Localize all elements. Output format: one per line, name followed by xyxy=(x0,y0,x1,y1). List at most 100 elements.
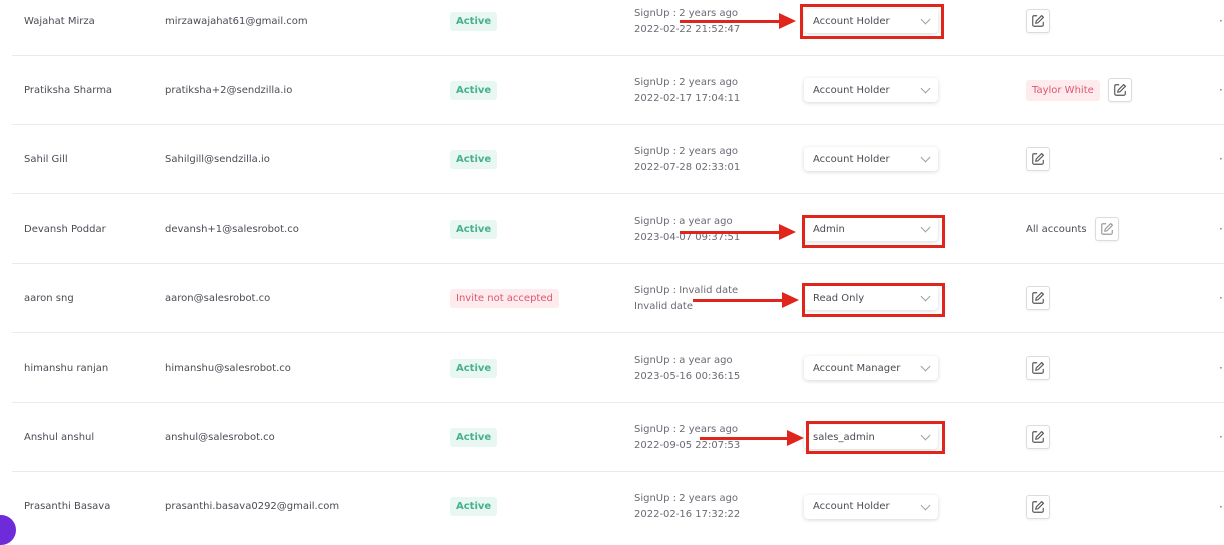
signup-date: 2022-07-28 02:33:01 xyxy=(634,161,741,173)
status-cell: Active xyxy=(450,0,498,55)
role-cell: Account Holder xyxy=(804,472,938,541)
user-email: aaron@salesrobot.co xyxy=(165,292,271,304)
user-name: aaron sng xyxy=(24,292,74,304)
signup-date: 2022-02-22 21:52:47 xyxy=(634,23,741,35)
role-value: Account Manager xyxy=(813,362,901,374)
role-cell: Admin xyxy=(804,195,938,263)
signup-relative: SignUp : 2 years ago xyxy=(634,493,739,504)
signup-date: 2023-04-07 09:37:51 xyxy=(634,231,741,243)
table-row: Prasanthi Basava prasanthi.basava0292@gm… xyxy=(12,472,1224,541)
status-badge: Active xyxy=(450,149,498,169)
role-dropdown[interactable]: Admin xyxy=(804,217,938,241)
edit-icon xyxy=(1032,292,1044,304)
status-badge: Active xyxy=(450,427,498,447)
status-badge: Active xyxy=(450,80,498,100)
edit-button[interactable] xyxy=(1026,425,1050,449)
role-dropdown[interactable]: Account Holder xyxy=(804,147,938,171)
role-dropdown[interactable]: Account Holder xyxy=(804,494,938,519)
chevron-down-icon xyxy=(920,430,931,441)
status-cell: Active xyxy=(450,334,498,402)
chevron-down-icon xyxy=(920,500,931,510)
status-cell: Active xyxy=(450,403,498,471)
user-email: mirzawajahat61@gmail.com xyxy=(165,15,308,27)
signup-cell: SignUp : a year ago 2023-05-16 00:36:15 xyxy=(634,334,740,402)
table-row: Pratiksha Sharma pratiksha+2@sendzilla.i… xyxy=(12,56,1224,125)
signup-relative: SignUp : 2 years ago xyxy=(634,76,739,88)
more-icon[interactable]: · xyxy=(1219,403,1223,471)
signup-date: 2023-05-16 00:36:15 xyxy=(634,370,741,382)
role-value: Account Holder xyxy=(813,84,890,96)
table-row: himanshu ranjan himanshu@salesrobot.co A… xyxy=(12,334,1224,403)
role-dropdown[interactable]: Read Only xyxy=(804,286,938,310)
signup-relative: SignUp : Invalid date xyxy=(634,284,739,296)
status-cell: Active xyxy=(450,195,498,263)
signup-cell: SignUp : Invalid date Invalid date xyxy=(634,264,738,332)
role-dropdown[interactable]: Account Holder xyxy=(804,9,938,33)
role-value: Account Holder xyxy=(813,501,890,512)
more-icon[interactable]: · xyxy=(1219,472,1223,541)
role-dropdown[interactable]: Account Manager xyxy=(804,356,938,380)
user-name: Devansh Poddar xyxy=(24,223,106,235)
more-icon[interactable]: · xyxy=(1219,195,1223,263)
assigned-cell: Taylor White xyxy=(1026,56,1132,124)
edit-button[interactable] xyxy=(1026,9,1050,33)
status-badge: Active xyxy=(450,497,498,516)
role-dropdown[interactable]: sales_admin xyxy=(804,425,938,449)
user-name: himanshu ranjan xyxy=(24,362,109,374)
user-name: Wajahat Mirza xyxy=(24,15,95,27)
assigned-user-tag: Taylor White xyxy=(1026,79,1100,101)
user-name: Anshul anshul xyxy=(24,431,95,443)
user-email: pratiksha+2@sendzilla.io xyxy=(165,84,293,96)
more-icon[interactable]: · xyxy=(1219,334,1223,402)
signup-relative: SignUp : 2 years ago xyxy=(634,145,739,157)
more-icon[interactable]: · xyxy=(1219,125,1223,193)
table-row: Wajahat Mirza mirzawajahat61@gmail.com A… xyxy=(12,0,1224,56)
more-icon[interactable]: · xyxy=(1219,56,1223,124)
more-icon[interactable]: · xyxy=(1219,0,1223,55)
edit-icon xyxy=(1032,362,1044,374)
role-cell: Read Only xyxy=(804,264,938,332)
assigned-cell xyxy=(1026,264,1050,332)
signup-relative: SignUp : a year ago xyxy=(634,215,733,227)
assigned-cell xyxy=(1026,472,1050,541)
status-cell: Active xyxy=(450,125,498,193)
signup-cell: SignUp : 2 years ago 2022-02-16 17:32:22 xyxy=(634,472,740,541)
status-cell: Invite not accepted xyxy=(450,264,559,332)
signup-relative: SignUp : 2 years ago xyxy=(634,423,739,435)
assigned-cell xyxy=(1026,125,1050,193)
status-badge: Active xyxy=(450,219,498,239)
signup-date: 2022-02-16 17:32:22 xyxy=(634,509,741,520)
role-value: Account Holder xyxy=(813,153,890,165)
status-cell: Active xyxy=(450,56,498,124)
table-row: Devansh Poddar devansh+1@salesrobot.co A… xyxy=(12,195,1224,264)
user-name: Prasanthi Basava xyxy=(24,501,111,512)
edit-button[interactable] xyxy=(1107,78,1132,102)
edit-icon xyxy=(1032,500,1044,513)
role-cell: sales_admin xyxy=(804,403,938,471)
chevron-down-icon xyxy=(920,152,931,163)
signup-relative: SignUp : 2 years ago xyxy=(634,7,739,19)
edit-button[interactable] xyxy=(1026,494,1050,519)
edit-button[interactable] xyxy=(1026,356,1050,380)
user-email: devansh+1@salesrobot.co xyxy=(165,223,299,235)
role-cell: Account Holder xyxy=(804,0,938,55)
signup-cell: SignUp : 2 years ago 2022-02-17 17:04:11 xyxy=(634,56,740,124)
edit-button[interactable] xyxy=(1026,286,1050,310)
more-icon[interactable]: · xyxy=(1219,264,1223,332)
role-value: Read Only xyxy=(813,292,865,304)
role-cell: Account Holder xyxy=(804,56,938,124)
signup-date: 2022-02-17 17:04:11 xyxy=(634,92,741,104)
role-dropdown[interactable]: Account Holder xyxy=(804,78,938,102)
edit-button[interactable] xyxy=(1026,147,1050,171)
status-cell: Active xyxy=(450,472,498,541)
assigned-cell: All accounts xyxy=(1026,195,1119,263)
chevron-down-icon xyxy=(920,14,931,25)
role-cell: Account Manager xyxy=(804,334,938,402)
edit-button[interactable] xyxy=(1094,217,1119,241)
role-cell: Account Holder xyxy=(804,125,938,193)
status-badge: Invite not accepted xyxy=(450,288,559,308)
user-email: prasanthi.basava0292@gmail.com xyxy=(165,501,340,512)
user-email: anshul@salesrobot.co xyxy=(165,431,275,443)
edit-icon xyxy=(1113,84,1126,96)
signup-date: Invalid date xyxy=(634,300,693,312)
